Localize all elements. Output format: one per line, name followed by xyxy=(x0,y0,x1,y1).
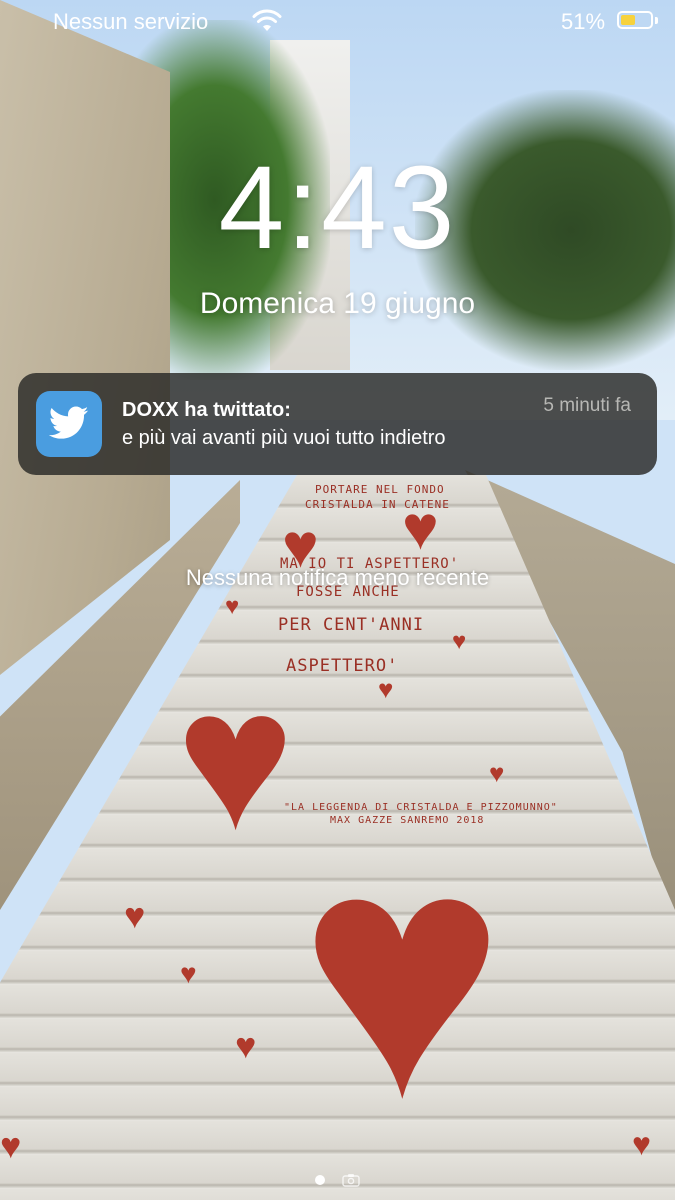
page-dot-active xyxy=(315,1175,325,1185)
camera-icon[interactable] xyxy=(342,1173,360,1187)
stair-text: ASPETTERO' xyxy=(286,656,399,676)
battery-nub xyxy=(655,17,658,24)
lock-clock: 4:43 xyxy=(218,142,457,274)
lock-date: Domenica 19 giugno xyxy=(199,287,476,320)
wifi-icon xyxy=(252,9,282,31)
page-indicator[interactable] xyxy=(0,1172,675,1188)
heart-icon: ♥ xyxy=(180,958,197,989)
heart-icon: ♥ xyxy=(235,1025,257,1066)
battery-fill xyxy=(621,15,635,25)
heart-icon: ♥ xyxy=(0,1125,22,1166)
heart-icon: ♥ xyxy=(225,593,240,620)
heart-icon: ♥ xyxy=(298,779,506,1170)
heart-icon: ♥ xyxy=(176,648,295,871)
notification-body: e più vai avanti più vuoi tutto indietro xyxy=(122,427,446,449)
heart-icon: ♥ xyxy=(124,895,146,936)
heart-icon: ♥ xyxy=(452,628,467,655)
carrier-label: Nessun servizio xyxy=(53,9,209,34)
no-older-notifications: Nessuna notifica meno recente xyxy=(185,565,490,590)
battery-icon xyxy=(617,11,653,29)
heart-icon: ♥ xyxy=(632,1126,651,1162)
twitter-bird-icon xyxy=(49,406,89,439)
battery-percent: 51% xyxy=(561,9,606,34)
stair-text: PER CENT'ANNI xyxy=(278,615,425,635)
heart-icon: ♥ xyxy=(378,674,394,704)
twitter-app-icon xyxy=(36,391,102,457)
notification-title: DOXX ha twittato: xyxy=(122,399,291,421)
heart-icon: ♥ xyxy=(402,494,439,563)
notification-card[interactable]: DOXX ha twittato: e più vai avanti più v… xyxy=(18,373,657,475)
notification-time: 5 minuti fa xyxy=(543,395,631,416)
status-bar: Nessun servizio 51% xyxy=(0,0,675,44)
